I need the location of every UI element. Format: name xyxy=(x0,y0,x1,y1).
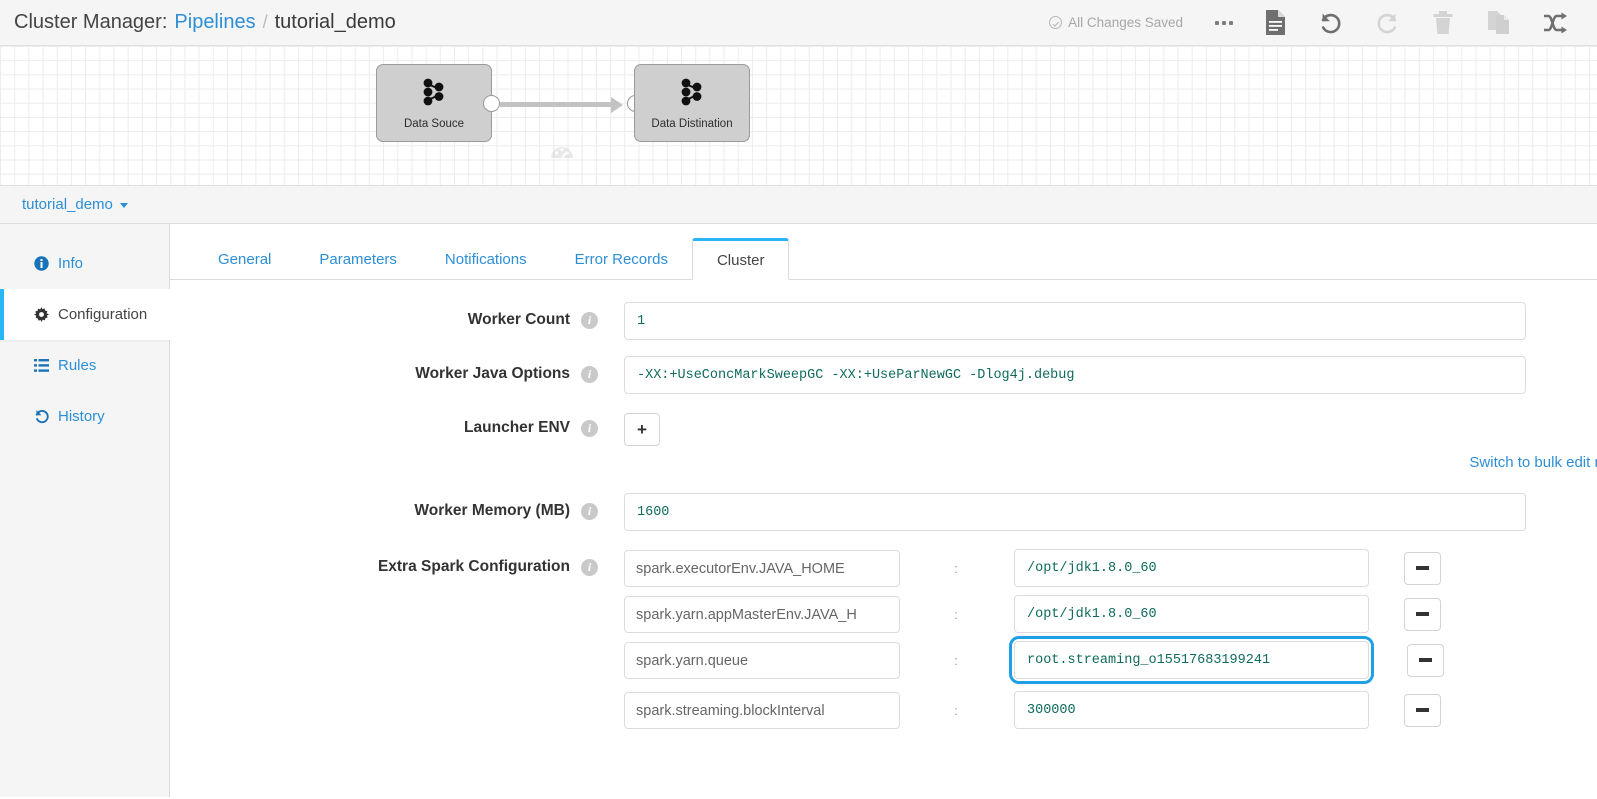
list-icon xyxy=(34,359,49,372)
spark-config-value-wrapper: /opt/jdk1.8.0_60 xyxy=(1014,595,1369,633)
pipeline-node-source[interactable]: Data Souce xyxy=(376,64,492,142)
switch-to-bulk-edit-link[interactable]: Switch to bulk edit mode xyxy=(170,454,1597,471)
check-circle-icon xyxy=(1049,16,1063,29)
shuffle-icon[interactable] xyxy=(1527,0,1583,46)
add-launcher-env-button[interactable]: + xyxy=(624,413,660,446)
cluster-config-form: Worker Count i 1 Worker Java Options i -… xyxy=(170,280,1597,737)
undo-icon[interactable] xyxy=(1303,0,1359,46)
worker-java-options-input[interactable]: -XX:+UseConcMarkSweepGC -XX:+UseParNewGC… xyxy=(624,356,1526,394)
tab-error-records[interactable]: Error Records xyxy=(551,238,692,280)
tab-parameters[interactable]: Parameters xyxy=(295,238,421,280)
spark-config-key-input[interactable]: spark.yarn.appMasterEnv.JAVA_H xyxy=(624,595,900,633)
pipeline-node-source-label: Data Souce xyxy=(403,117,465,130)
worker-count-label: Worker Count xyxy=(467,311,570,328)
table-row: spark.executorEnv.JAVA_HOME : /opt/jdk1.… xyxy=(624,549,1444,587)
spark-config-value-wrapper: /opt/jdk1.8.0_60 xyxy=(1014,549,1369,587)
extra-spark-configuration-label: Extra Spark Configuration xyxy=(377,558,570,575)
config-content: General Parameters Notifications Error R… xyxy=(170,224,1597,797)
info-icon xyxy=(34,256,49,271)
worker-memory-control: 1600 xyxy=(624,493,1526,531)
document-icon[interactable] xyxy=(1247,0,1303,46)
info-tooltip-icon[interactable]: i xyxy=(581,420,598,437)
spark-config-value-input[interactable]: root.streaming_o15517683199241 xyxy=(1014,641,1369,679)
gauge-icon xyxy=(549,142,575,167)
sidebar-item-label: Info xyxy=(58,255,84,272)
launcher-env-label: Launcher ENV xyxy=(464,419,570,436)
save-status-label: All Changes Saved xyxy=(1068,15,1183,30)
tab-bar: General Parameters Notifications Error R… xyxy=(170,224,1597,280)
main-body: Info Configuration Rules History General… xyxy=(0,224,1597,797)
field-launcher-env: Launcher ENV i + xyxy=(170,410,1597,446)
remove-spark-config-button[interactable] xyxy=(1404,597,1441,631)
kafka-icon xyxy=(679,77,705,112)
spark-config-key-input[interactable]: spark.executorEnv.JAVA_HOME xyxy=(624,549,900,587)
field-extra-spark-configuration: Extra Spark Configuration i spark.execut… xyxy=(170,549,1597,737)
more-icon[interactable] xyxy=(1201,0,1247,46)
pipeline-node-destination-label: Data Distination xyxy=(651,117,733,130)
launcher-env-control: + xyxy=(624,410,660,446)
worker-memory-label: Worker Memory (MB) xyxy=(414,502,570,519)
save-status: All Changes Saved xyxy=(1049,15,1183,30)
pipeline-selector-dropdown[interactable]: tutorial_demo xyxy=(22,196,128,213)
app-title-prefix: Cluster Manager: xyxy=(14,11,168,33)
sidebar-item-label: Configuration xyxy=(58,306,148,323)
info-tooltip-icon[interactable]: i xyxy=(581,503,598,520)
spark-config-value-input[interactable]: /opt/jdk1.8.0_60 xyxy=(1014,595,1369,633)
history-icon xyxy=(34,409,49,424)
source-output-port[interactable] xyxy=(483,95,500,112)
kafka-icon xyxy=(421,77,447,112)
spark-config-value-wrapper-highlighted: root.streaming_o15517683199241 xyxy=(1009,636,1374,684)
field-worker-memory: Worker Memory (MB) i 1600 xyxy=(170,493,1597,531)
spark-config-value-input[interactable]: 300000 xyxy=(1014,691,1369,729)
worker-memory-input[interactable]: 1600 xyxy=(624,493,1526,531)
chevron-down-icon xyxy=(119,202,128,208)
tab-cluster[interactable]: Cluster xyxy=(691,238,790,280)
left-nav: Info Configuration Rules History xyxy=(0,224,171,797)
table-row: spark.yarn.appMasterEnv.JAVA_H : /opt/jd… xyxy=(624,595,1444,633)
spark-config-value-input[interactable]: /opt/jdk1.8.0_60 xyxy=(1014,549,1369,587)
tab-notifications[interactable]: Notifications xyxy=(421,238,551,280)
remove-spark-config-button[interactable] xyxy=(1407,643,1444,677)
breadcrumb-separator: / xyxy=(262,12,268,32)
pipeline-node-destination[interactable]: Data Distination xyxy=(634,64,750,142)
spark-config-key-input[interactable]: spark.streaming.blockInterval xyxy=(624,691,900,729)
sidebar-item-history[interactable]: History xyxy=(0,391,169,442)
worker-java-options-label: Worker Java Options xyxy=(415,365,570,382)
sidebar-item-configuration[interactable]: Configuration xyxy=(0,289,171,340)
pipeline-selector-bar: tutorial_demo xyxy=(0,186,1597,224)
field-worker-count: Worker Count i 1 xyxy=(170,302,1597,340)
sidebar-item-rules[interactable]: Rules xyxy=(0,340,169,391)
breadcrumb-pipelines-link[interactable]: Pipelines xyxy=(174,11,255,34)
sidebar-item-label: Rules xyxy=(58,357,97,374)
pipeline-selector-label: tutorial_demo xyxy=(22,196,113,213)
trash-icon[interactable] xyxy=(1415,0,1471,46)
pipeline-connector[interactable] xyxy=(500,96,623,113)
redo-icon[interactable] xyxy=(1359,0,1415,46)
remove-spark-config-button[interactable] xyxy=(1404,693,1441,727)
worker-java-options-control: -XX:+UseConcMarkSweepGC -XX:+UseParNewGC… xyxy=(624,356,1526,394)
breadcrumb: Cluster Manager: Pipelines / tutorial_de… xyxy=(14,11,396,34)
field-worker-java-options: Worker Java Options i -XX:+UseConcMarkSw… xyxy=(170,356,1597,394)
spark-config-key-input[interactable]: spark.yarn.queue xyxy=(624,641,900,679)
cluster-manager-app: Cluster Manager: Pipelines / tutorial_de… xyxy=(0,0,1597,799)
tab-general[interactable]: General xyxy=(194,238,295,280)
gear-icon xyxy=(34,307,49,322)
breadcrumb-current-pipeline: tutorial_demo xyxy=(274,11,396,33)
sidebar-item-info[interactable]: Info xyxy=(0,238,169,289)
duplicate-icon[interactable] xyxy=(1471,0,1527,46)
pipeline-canvas[interactable]: Data Souce Data Distination xyxy=(0,46,1597,186)
table-row: spark.streaming.blockInterval : 300000 xyxy=(624,691,1444,729)
info-tooltip-icon[interactable]: i xyxy=(581,366,598,383)
info-tooltip-icon[interactable]: i xyxy=(581,559,598,576)
extra-spark-rows: spark.executorEnv.JAVA_HOME : /opt/jdk1.… xyxy=(624,549,1444,737)
spark-config-value-wrapper: 300000 xyxy=(1014,691,1369,729)
worker-count-input[interactable]: 1 xyxy=(624,302,1526,340)
worker-count-control: 1 xyxy=(624,302,1526,340)
top-bar: Cluster Manager: Pipelines / tutorial_de… xyxy=(0,0,1597,46)
top-bar-actions: All Changes Saved xyxy=(1049,0,1583,46)
table-row: spark.yarn.queue : root.streaming_o15517… xyxy=(624,636,1444,684)
info-tooltip-icon[interactable]: i xyxy=(581,312,598,329)
sidebar-item-label: History xyxy=(58,408,105,425)
remove-spark-config-button[interactable] xyxy=(1404,551,1441,585)
